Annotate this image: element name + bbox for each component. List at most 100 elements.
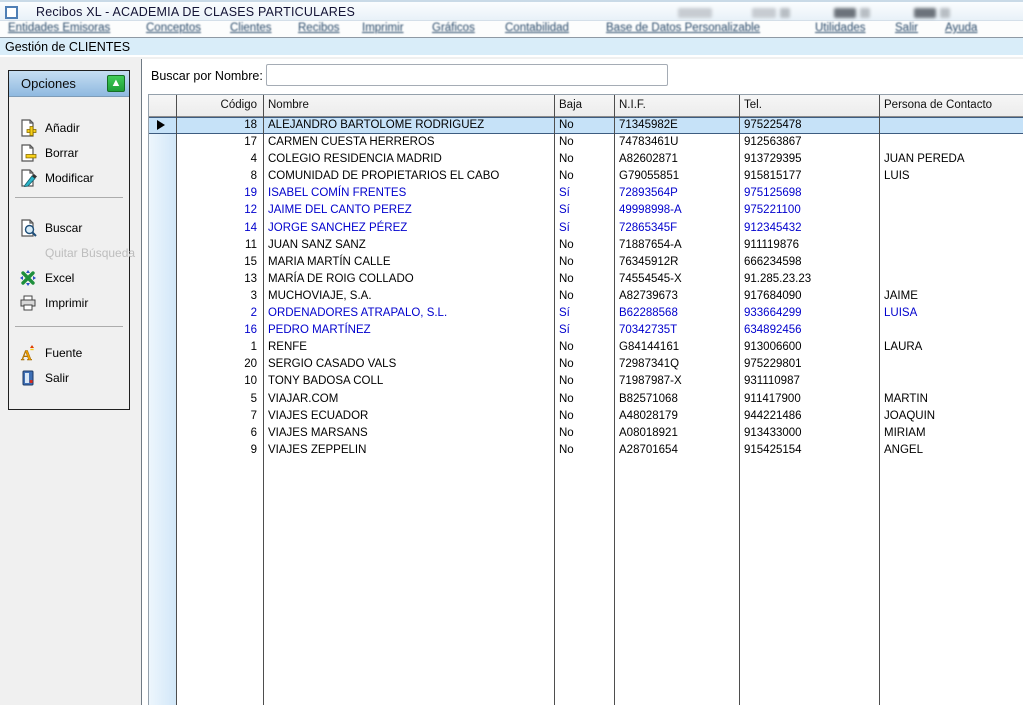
menu-item-recibos[interactable]: Recibos: [298, 22, 340, 34]
cell-persona-de-contacto: [879, 322, 1023, 339]
cell-tel: 913433000: [739, 425, 879, 442]
sidebar-item-anadir[interactable]: Añadir: [9, 115, 129, 140]
table-row[interactable]: 12JAIME DEL CANTO PEREZSí49998998-A97522…: [149, 202, 1023, 219]
row-indicator-cell: [149, 391, 176, 408]
window-title: Recibos XL - ACADEMIA DE CLASES PARTICUL…: [36, 5, 355, 19]
cell-codigo: 6: [176, 425, 263, 442]
sidebar-item-fuente[interactable]: AFuente: [9, 340, 129, 365]
cell-nif: 72865345F: [614, 220, 739, 237]
table-row[interactable]: 8COMUNIDAD DE PROPIETARIOS EL CABONoG790…: [149, 168, 1023, 185]
table-row[interactable]: 16PEDRO MARTÍNEZSí70342735T634892456: [149, 322, 1023, 339]
cell-persona-de-contacto: JUAN PEREDA: [879, 151, 1023, 168]
sidebar-item-excel[interactable]: Excel: [9, 265, 129, 290]
cell-codigo: 3: [176, 288, 263, 305]
table-row[interactable]: 18ALEJANDRO BARTOLOME RODRIGUEZNo7134598…: [149, 117, 1023, 134]
row-indicator-cell: [149, 117, 176, 134]
current-row-arrow-icon: [157, 120, 165, 130]
menu-item-base-de-datos-personalizable[interactable]: Base de Datos Personalizable: [606, 22, 760, 34]
table-row[interactable]: 13MARÍA DE ROIG COLLADONo74554545-X91.28…: [149, 271, 1023, 288]
cell-baja: No: [554, 271, 614, 288]
cell-nif: B62288568: [614, 305, 739, 322]
search-record-icon: [19, 219, 37, 237]
cell-tel: 975225478: [739, 117, 879, 134]
table-row[interactable]: 19ISABEL COMÍN FRENTESSí72893564P9751256…: [149, 185, 1023, 202]
sidebar-item-modificar[interactable]: Modificar: [9, 165, 129, 190]
font-icon: A: [19, 344, 37, 362]
cell-nombre: PEDRO MARTÍNEZ: [263, 322, 554, 339]
cell-baja: No: [554, 391, 614, 408]
cell-nombre: COLEGIO RESIDENCIA MADRID: [263, 151, 554, 168]
up-arrow-icon[interactable]: ▲: [107, 75, 125, 92]
sidebar-item-borrar[interactable]: Borrar: [9, 140, 129, 165]
menu-item-salir[interactable]: Salir: [895, 22, 918, 34]
blurred-toolbar-item: [752, 8, 776, 18]
menu-item-ayuda[interactable]: Ayuda: [945, 22, 977, 34]
sidebar-item-salir[interactable]: Salir: [9, 365, 129, 390]
cell-codigo: 8: [176, 168, 263, 185]
column-header-tel[interactable]: Tel.: [739, 95, 879, 117]
table-row[interactable]: 4COLEGIO RESIDENCIA MADRIDNoA82602871913…: [149, 151, 1023, 168]
column-header-baja[interactable]: Baja: [554, 95, 614, 117]
sidebar-item-buscar[interactable]: Buscar: [9, 215, 129, 240]
column-header-nombre[interactable]: Nombre: [263, 95, 554, 117]
cell-persona-de-contacto: [879, 254, 1023, 271]
cell-nif: G79055851: [614, 168, 739, 185]
cell-baja: Sí: [554, 322, 614, 339]
title-bar: Recibos XL - ACADEMIA DE CLASES PARTICUL…: [0, 0, 1023, 21]
table-row[interactable]: 17CARMEN CUESTA HERREROSNo74783461U91256…: [149, 134, 1023, 151]
cell-tel: 911417900: [739, 391, 879, 408]
table-row[interactable]: 1RENFENoG84144161913006600LAURA: [149, 339, 1023, 356]
cell-nif: 49998998-A: [614, 202, 739, 219]
menu-item-contabilidad[interactable]: Contabilidad: [505, 22, 569, 34]
search-by-name-label: Buscar por Nombre:: [151, 69, 263, 83]
row-indicator-cell: [149, 339, 176, 356]
cell-nombre: MARÍA DE ROIG COLLADO: [263, 271, 554, 288]
sidebar-separator: [15, 197, 123, 198]
table-row[interactable]: 7VIAJES ECUADORNoA48028179944221486JOAQU…: [149, 408, 1023, 425]
sidebar-item-imprimir[interactable]: Imprimir: [9, 290, 129, 315]
cell-baja: Sí: [554, 305, 614, 322]
column-header-codigo[interactable]: Código: [176, 95, 263, 117]
table-row[interactable]: 2ORDENADORES ATRAPALO, S.L.SíB6228856893…: [149, 305, 1023, 322]
cell-baja: No: [554, 356, 614, 373]
exit-icon: [19, 369, 37, 387]
table-row[interactable]: 6VIAJES MARSANSNoA08018921913433000MIRIA…: [149, 425, 1023, 442]
menu-item-clientes[interactable]: Clientes: [230, 22, 272, 34]
search-by-name-input[interactable]: [266, 64, 668, 86]
cell-nif: 72893564P: [614, 185, 739, 202]
table-row[interactable]: 10TONY BADOSA COLLNo71987987-X931110987: [149, 373, 1023, 390]
table-row[interactable]: 3MUCHOVIAJE, S.A.NoA82739673917684090JAI…: [149, 288, 1023, 305]
menu-item-graficos[interactable]: Gráficos: [432, 22, 475, 34]
add-record-icon: [19, 119, 37, 137]
table-row[interactable]: 9VIAJES ZEPPELINNoA28701654915425154ANGE…: [149, 442, 1023, 459]
sidebar-item-label: Borrar: [45, 146, 78, 160]
cell-persona-de-contacto: [879, 271, 1023, 288]
sidebar-item-label: Imprimir: [45, 296, 88, 310]
table-row[interactable]: 5VIAJAR.COMNoB82571068911417900MARTIN: [149, 391, 1023, 408]
table-row[interactable]: 20SERGIO CASADO VALSNo72987341Q975229801: [149, 356, 1023, 373]
menu-item-utilidades[interactable]: Utilidades: [815, 22, 866, 34]
table-row[interactable]: 11JUAN SANZ SANZNo71887654-A911119876: [149, 237, 1023, 254]
cell-baja: No: [554, 373, 614, 390]
table-row[interactable]: 15MARIA MARTÍN CALLENo76345912R666234598: [149, 254, 1023, 271]
menu-item-entidades-emisoras[interactable]: Entidades Emisoras: [8, 22, 110, 34]
sidebar-item-label: Buscar: [45, 221, 82, 235]
column-header-persona-de-contacto[interactable]: Persona de Contacto: [879, 95, 1023, 117]
cell-persona-de-contacto: LUIS: [879, 168, 1023, 185]
table-row[interactable]: 14JORGE SANCHEZ PÉREZSí72865345F91234543…: [149, 220, 1023, 237]
cell-baja: No: [554, 134, 614, 151]
cell-baja: No: [554, 442, 614, 459]
menu-item-imprimir[interactable]: Imprimir: [362, 22, 404, 34]
app-icon: [5, 6, 18, 19]
sidebar-item-quitar-busqueda[interactable]: Quitar Búsqueda: [9, 240, 129, 265]
cell-nif: A08018921: [614, 425, 739, 442]
cell-nombre: SERGIO CASADO VALS: [263, 356, 554, 373]
row-indicator-cell: [149, 425, 176, 442]
cell-codigo: 7: [176, 408, 263, 425]
cell-baja: No: [554, 237, 614, 254]
cell-baja: Sí: [554, 185, 614, 202]
cell-baja: No: [554, 408, 614, 425]
menu-item-conceptos[interactable]: Conceptos: [146, 22, 201, 34]
cell-nif: B82571068: [614, 391, 739, 408]
column-header-n-i-f[interactable]: N.I.F.: [614, 95, 739, 117]
